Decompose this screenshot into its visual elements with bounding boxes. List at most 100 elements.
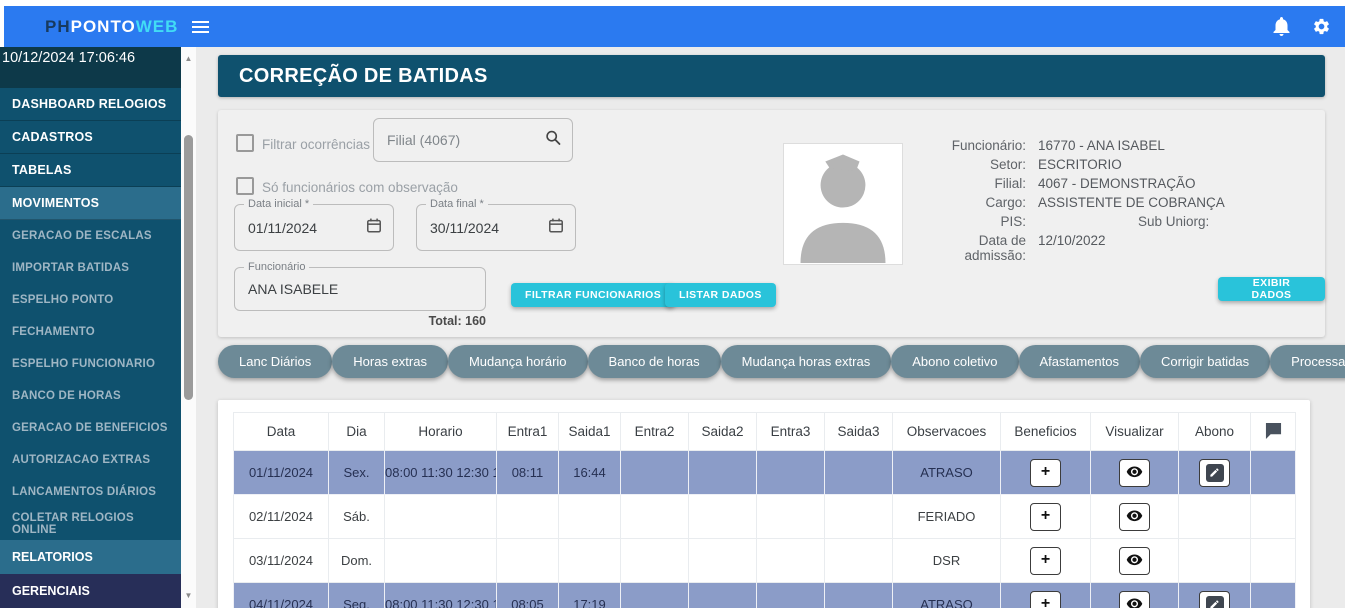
col-beneficios: Beneficios bbox=[1001, 413, 1091, 451]
col-horario: Horario bbox=[385, 413, 497, 451]
hamburger-menu-icon[interactable] bbox=[192, 21, 209, 33]
cell-abono bbox=[1179, 451, 1251, 495]
cell-saida2 bbox=[689, 451, 757, 495]
phpontoweb-app: PHPONTOWEB 10/12/2024 17:06:46 DASHBOARD… bbox=[0, 0, 1345, 608]
scroll-down-arrow-icon[interactable]: ▼ bbox=[181, 591, 196, 600]
sidebar-item-movimentos[interactable]: MOVIMENTOS bbox=[0, 187, 181, 220]
banco-de-horas-button[interactable]: Banco de horas bbox=[588, 345, 721, 378]
info-value-pis: Sub Uniorg: bbox=[1038, 214, 1318, 229]
info-label-data-admissao: Data de admissão: bbox=[918, 233, 1026, 263]
eye-icon bbox=[1126, 598, 1143, 608]
cell-entra3 bbox=[757, 539, 825, 583]
funcionario-field[interactable]: Funcionário ANA ISABELE bbox=[234, 267, 486, 311]
cell-abono bbox=[1179, 539, 1251, 583]
sidebar-item-lancamentos-diarios[interactable]: LANCAMENTOS DIÁRIOS bbox=[0, 476, 181, 508]
abono-coletivo-button[interactable]: Abono coletivo bbox=[891, 345, 1018, 378]
cell-saida3 bbox=[825, 495, 893, 539]
calendar-icon[interactable] bbox=[548, 217, 564, 238]
cell-dia: Seg. bbox=[329, 583, 385, 608]
scrollbar-thumb[interactable] bbox=[184, 135, 193, 400]
cell-entra2 bbox=[621, 495, 689, 539]
avatar-silhouette-icon bbox=[784, 144, 902, 264]
sidebar-item-gerenciais[interactable]: GERENCIAIS bbox=[0, 574, 181, 608]
cell-observacoes: ATRASO bbox=[893, 583, 1001, 608]
add-beneficio-button[interactable]: + bbox=[1030, 591, 1061, 608]
table-row: 01/11/2024 Sex. 08:00 11:30 12:30 17:30 … bbox=[234, 451, 1296, 495]
top-bar: PHPONTOWEB bbox=[4, 6, 1345, 47]
visualizar-button[interactable] bbox=[1119, 547, 1150, 575]
info-label-cargo: Cargo: bbox=[918, 195, 1026, 210]
sidebar-item-espelho-ponto[interactable]: ESPELHO PONTO bbox=[0, 284, 181, 316]
filtrar-ocorrencias-checkbox[interactable] bbox=[236, 134, 254, 152]
data-inicial-value: 01/11/2024 bbox=[248, 220, 317, 236]
sidebar-item-tabelas[interactable]: TABELAS bbox=[0, 154, 181, 187]
lanc-diarios-button[interactable]: Lanc Diários bbox=[218, 345, 332, 378]
afastamentos-button[interactable]: Afastamentos bbox=[1019, 345, 1141, 378]
add-beneficio-button[interactable]: + bbox=[1030, 459, 1061, 487]
app-logo: PHPONTOWEB bbox=[45, 17, 178, 37]
so-funcionarios-label: Só funcionários com observação bbox=[262, 180, 458, 195]
so-funcionarios-checkbox[interactable] bbox=[236, 177, 254, 195]
cell-data: 01/11/2024 bbox=[234, 451, 329, 495]
sidebar-item-geracao-de-escalas[interactable]: GERACAO DE ESCALAS bbox=[0, 220, 181, 252]
info-label-filial: Filial: bbox=[918, 176, 1026, 191]
logo-part-ponto: PONTO bbox=[71, 17, 136, 36]
cell-saida3 bbox=[825, 539, 893, 583]
mudanca-horario-button[interactable]: Mudança horário bbox=[448, 345, 588, 378]
cell-horario: 08:00 11:30 12:30 17:30 bbox=[385, 583, 497, 608]
cell-comment bbox=[1251, 495, 1296, 539]
add-beneficio-button[interactable]: + bbox=[1030, 547, 1061, 575]
settings-gear-icon[interactable] bbox=[1311, 17, 1331, 37]
data-final-field[interactable]: Data final * 30/11/2024 bbox=[416, 204, 576, 251]
table-row: 03/11/2024 Dom. DSR + bbox=[234, 539, 1296, 583]
exibir-dados-button[interactable]: EXIBIR DADOS bbox=[1218, 277, 1325, 301]
sidebar-item-fechamento[interactable]: FECHAMENTO bbox=[0, 316, 181, 348]
cell-dia: Dom. bbox=[329, 539, 385, 583]
abono-button[interactable] bbox=[1199, 591, 1230, 608]
sidebar-item-coletar-relogios-online[interactable]: COLETAR RELOGIOS ONLINE bbox=[0, 508, 181, 540]
filial-search-field[interactable]: Filial (4067) bbox=[373, 118, 573, 162]
data-inicial-field[interactable]: Data inicial * 01/11/2024 bbox=[234, 204, 394, 251]
calendar-icon[interactable] bbox=[366, 217, 382, 238]
processar-button[interactable]: Processar bbox=[1270, 345, 1345, 378]
sidebar-item-dashboard-relogios[interactable]: DASHBOARD RELOGIOS bbox=[0, 88, 181, 121]
abono-button[interactable] bbox=[1199, 459, 1230, 487]
visualizar-button[interactable] bbox=[1119, 503, 1150, 531]
corrigir-batidas-button[interactable]: Corrigir batidas bbox=[1140, 345, 1270, 378]
data-final-label: Data final * bbox=[426, 198, 488, 210]
scroll-up-arrow-icon[interactable]: ▲ bbox=[181, 54, 196, 63]
sidebar-item-cadastros[interactable]: CADASTROS bbox=[0, 121, 181, 154]
cell-comment bbox=[1251, 539, 1296, 583]
sidebar-item-espelho-funcionario[interactable]: ESPELHO FUNCIONARIO bbox=[0, 348, 181, 380]
sidebar-item-relatorios[interactable]: RELATORIOS bbox=[0, 540, 181, 574]
mudanca-horas-extras-button[interactable]: Mudança horas extras bbox=[721, 345, 892, 378]
filtrar-funcionarios-button[interactable]: FILTRAR FUNCIONARIOS bbox=[511, 283, 675, 307]
listar-dados-button[interactable]: LISTAR DADOS bbox=[665, 283, 776, 307]
sidebar-item-geracao-de-beneficios[interactable]: GERACAO DE BENEFICIOS bbox=[0, 412, 181, 444]
add-beneficio-button[interactable]: + bbox=[1030, 503, 1061, 531]
cell-saida2 bbox=[689, 495, 757, 539]
visualizar-button[interactable] bbox=[1119, 591, 1150, 608]
cell-saida1: 17:19 bbox=[559, 583, 621, 608]
sidebar-item-autorizacao-extras[interactable]: AUTORIZACAO EXTRAS bbox=[0, 444, 181, 476]
comment-icon bbox=[1264, 422, 1283, 439]
eye-icon bbox=[1126, 554, 1143, 567]
cell-abono bbox=[1179, 583, 1251, 608]
notifications-bell-icon[interactable] bbox=[1271, 17, 1291, 37]
sidebar-item-banco-de-horas[interactable]: BANCO DE HORAS bbox=[0, 380, 181, 412]
cell-visualizar bbox=[1091, 583, 1179, 608]
logo-part-web: WEB bbox=[136, 17, 179, 36]
col-data: Data bbox=[234, 413, 329, 451]
horas-extras-button[interactable]: Horas extras bbox=[332, 345, 448, 378]
data-inicial-label: Data inicial * bbox=[244, 198, 313, 210]
sidebar-item-importar-batidas[interactable]: IMPORTAR BATIDAS bbox=[0, 252, 181, 284]
cell-horario bbox=[385, 495, 497, 539]
cell-saida1 bbox=[559, 539, 621, 583]
search-icon[interactable] bbox=[545, 130, 561, 151]
eye-icon bbox=[1126, 466, 1143, 479]
table-row: 04/11/2024 Seg. 08:00 11:30 12:30 17:30 … bbox=[234, 583, 1296, 608]
cell-entra2 bbox=[621, 451, 689, 495]
filial-value: Filial (4067) bbox=[387, 132, 460, 148]
cell-entra2 bbox=[621, 583, 689, 608]
visualizar-button[interactable] bbox=[1119, 459, 1150, 487]
